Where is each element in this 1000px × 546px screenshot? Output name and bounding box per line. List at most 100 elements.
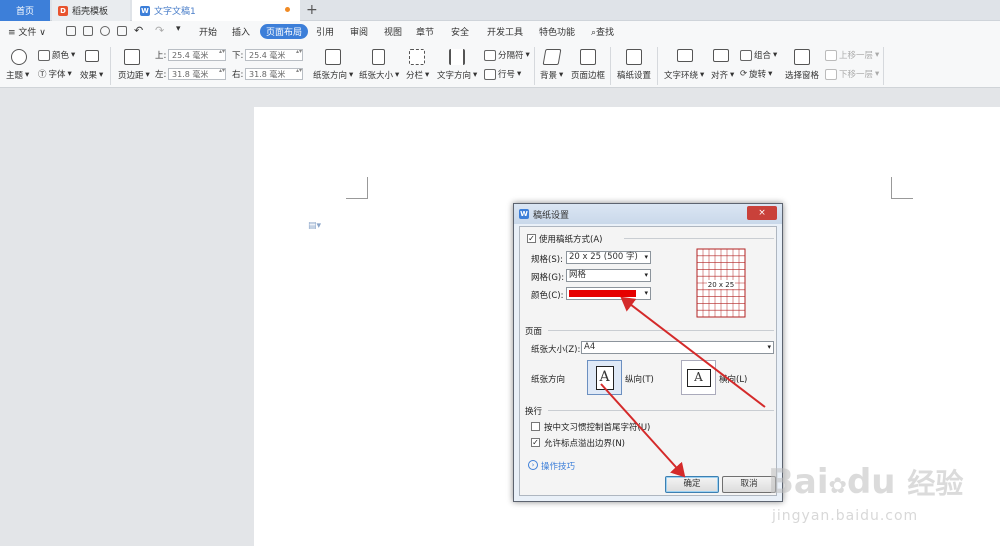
paper-size-icon[interactable] [372,49,385,65]
divider [548,330,774,331]
margins-button[interactable]: 页边距 ▾ [118,69,150,81]
top-margin-input[interactable]: 25.4 毫米 [168,49,226,61]
unsaved-dot-icon [285,7,290,12]
print-preview-icon[interactable] [117,26,127,36]
color-label: 颜色(C): [531,291,564,301]
use-grid-paper-checkbox[interactable]: ✓ [527,234,536,243]
dialog-title: 稿纸设置 [533,210,570,221]
color-select[interactable]: ▾ [566,287,651,300]
colors-icon [38,49,50,61]
watermark-brand2: du [846,462,896,502]
grid-paper-button[interactable]: 稿纸设置 [617,69,651,81]
text-direction-icon[interactable] [449,49,465,65]
portrait-option[interactable]: A [587,360,622,395]
print-icon[interactable] [100,26,110,36]
close-button[interactable]: × [747,206,777,220]
theme-palette-icon[interactable] [11,49,27,65]
fonts-icon: Ⓣ [38,70,47,80]
tab-home-label: 首页 [15,7,34,17]
undo-icon[interactable]: ↶ [134,24,143,37]
align-label: 对齐 [711,71,729,81]
bottom-margin-label: 下: [232,51,244,61]
punct-overflow-checkbox[interactable]: ✓ [531,438,540,447]
export-pdf-icon[interactable] [83,26,93,36]
landscape-option[interactable]: A [681,360,716,395]
menu-insert[interactable]: 插入 [232,25,250,38]
menu-security[interactable]: 安全 [451,25,469,38]
file-menu-label: 文件 [18,28,37,38]
menu-bar: ≡ 文件 ∨ ↶ ↷ ▾ 开始 插入 页面布局 引用 审阅 视图 章节 安全 开… [0,21,1000,43]
punct-overflow-label: 允许标点溢出边界(N) [544,439,625,449]
text-direction-button[interactable]: 文字方向 ▾ [437,69,477,81]
tab-docer-templates[interactable]: D 稻壳模板 [52,0,130,21]
breaks-label: 分隔符 [498,51,524,61]
effects-button[interactable]: 效果 ▾ [80,69,103,81]
breaks-button[interactable]: 分隔符 ▾ [484,49,530,61]
left-margin-input[interactable]: 31.8 毫米 [168,68,226,80]
orientation-button[interactable]: 纸张方向 ▾ [313,69,353,81]
menu-features[interactable]: 特色功能 [539,25,575,38]
columns-icon[interactable] [409,49,425,65]
align-button[interactable]: 对齐 ▾ [711,69,734,81]
page-section-label: 页面 [525,327,543,337]
line-numbers-label: 行号 [498,70,516,80]
selection-pane-icon[interactable] [794,49,810,65]
paper-size-select[interactable]: A4 ▾ [581,341,774,354]
background-button[interactable]: 背景 ▾ [540,69,563,81]
page-border-icon[interactable] [580,49,596,65]
right-margin-input[interactable]: 31.8 毫米 [245,68,303,80]
text-wrap-icon[interactable] [677,49,693,62]
send-backward-icon [825,68,837,80]
watermark-url: jingyan.baidu.com [772,508,919,524]
menu-developer[interactable]: 开发工具 [487,25,523,38]
menu-view[interactable]: 视图 [384,25,402,38]
line-numbers-button[interactable]: 行号 ▾ [484,68,521,80]
chinese-rules-checkbox[interactable] [531,422,540,431]
tab-home[interactable]: 首页 [0,0,50,21]
separator [110,47,111,85]
grid-paper-icon[interactable] [626,49,642,65]
theme-button[interactable]: 主题 ▾ [6,69,29,81]
columns-button[interactable]: 分栏 ▾ [406,69,429,81]
redo-icon[interactable]: ↷ [155,24,164,37]
paragraph-layout-icon[interactable]: ▤▾ [308,221,321,231]
separator [610,47,611,85]
page-border-button[interactable]: 页面边框 [571,69,605,81]
bottom-margin-input[interactable]: 25.4 毫米 [245,49,303,61]
margins-icon[interactable] [124,49,140,65]
align-icon[interactable] [713,49,729,62]
ok-button[interactable]: 确定 [665,476,719,493]
new-tab-plus-icon[interactable]: + [306,2,318,18]
fonts-button[interactable]: Ⓣ 字体 ▾ [38,68,72,80]
menu-page-layout[interactable]: 页面布局 [260,24,309,39]
send-backward-button[interactable]: 下移一层 ▾ [825,68,879,80]
quick-access-more-icon[interactable]: ▾ [176,24,181,34]
effects-icon[interactable] [85,50,99,62]
text-wrap-button[interactable]: 文字环绕 ▾ [664,69,704,81]
tips-link[interactable]: 操作技巧 [541,460,575,472]
spec-select[interactable]: 20 x 25 (500 字) ▾ [566,251,651,264]
paper-size-button[interactable]: 纸张大小 ▾ [359,69,399,81]
dialog-title-bar[interactable]: W 稿纸设置 × [514,204,782,224]
menu-start[interactable]: 开始 [199,25,217,38]
group-button[interactable]: 组合 ▾ [740,49,777,61]
orientation-icon[interactable] [325,49,341,65]
menu-references[interactable]: 引用 [316,25,334,38]
menu-sections[interactable]: 章节 [416,25,434,38]
portrait-page-icon: A [595,365,614,390]
background-icon[interactable] [542,49,562,65]
grid-select[interactable]: 网格 ▾ [566,269,651,282]
search-button[interactable]: ⌕查找 [591,25,614,38]
baidu-jingyan-watermark: Bai✿du 经验 jingyan.baidu.com [768,462,996,542]
paw-icon: ✿ [828,474,847,499]
menu-review[interactable]: 审阅 [350,25,368,38]
chevron-down-icon: ▾ [644,271,648,279]
tab-document[interactable]: W 文字文稿1 [132,0,300,21]
save-icon[interactable] [66,26,76,36]
separator [534,47,535,85]
rotate-button[interactable]: ⟳ 旋转 ▾ [740,68,772,80]
selection-pane-button[interactable]: 选择窗格 [785,69,819,81]
colors-button[interactable]: 颜色 ▾ [38,49,75,61]
bring-forward-button[interactable]: 上移一层 ▾ [825,49,879,61]
file-menu[interactable]: ≡ 文件 ∨ [8,25,46,38]
